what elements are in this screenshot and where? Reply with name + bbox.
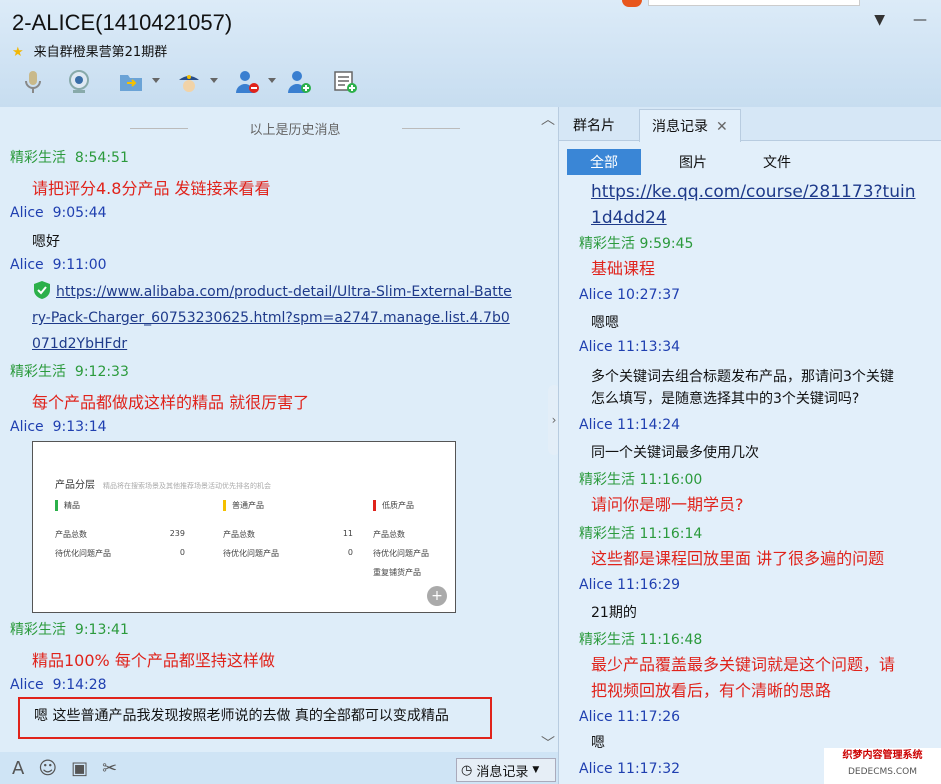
message-text: 精品100% 每个产品都坚持这样做	[32, 651, 275, 670]
microphone-icon[interactable]	[10, 66, 56, 98]
star-icon: ★	[12, 45, 24, 60]
message-history-button[interactable]: ◷ 消息记录 ▼	[456, 758, 556, 782]
dropdown-button[interactable]: ▼	[874, 12, 885, 28]
message-header: 精彩生活 9:59:45	[579, 236, 694, 252]
clock-icon: ◷	[461, 762, 473, 778]
tier-premium: 精品 产品总数 239 待优化问题产品 0	[55, 500, 205, 567]
chevron-down-icon[interactable]	[268, 78, 276, 83]
side-tabs: 群名片 消息记录 ✕	[559, 107, 941, 142]
message-header: Alice 9:13:14	[10, 419, 107, 435]
message-text: 请把评分4.8分产品 发链接来看看	[32, 179, 271, 198]
message-text: 每个产品都做成这样的精品 就很厉害了	[32, 393, 310, 412]
filter-files[interactable]: 文件	[735, 149, 819, 175]
emoji-icon[interactable]: ☺	[38, 758, 57, 779]
search-box-fragment[interactable]	[648, 0, 860, 6]
message-text: 嗯	[591, 735, 605, 751]
new-note-icon[interactable]	[322, 66, 368, 98]
message-header: Alice 11:17:26	[579, 709, 681, 725]
font-icon[interactable]: A	[12, 758, 24, 779]
image-title: 产品分层 精品将在搜索场景及其他推荐场景活动优先排名的机会	[55, 480, 271, 491]
message-text: 请问你是哪一期学员?	[591, 495, 744, 514]
filter-bar: 全部 图片 文件	[567, 149, 819, 175]
message-header: Alice 10:27:37	[579, 287, 681, 303]
chat-title: 2-ALICE(1410421057)	[12, 10, 233, 35]
add-user-icon[interactable]	[276, 66, 322, 98]
input-toolbar: A ☺ ▣ ✂ ◷ 消息记录 ▼	[0, 752, 558, 784]
police-icon[interactable]	[160, 66, 218, 98]
screenshot-image[interactable]: 产品分层 精品将在搜索场景及其他推荐场景活动优先排名的机会 精品 产品总数 239 …	[32, 441, 456, 613]
app-logo-fragment	[622, 0, 642, 7]
zoom-icon[interactable]: +	[427, 586, 447, 606]
camera-icon[interactable]	[56, 66, 102, 98]
tier-low-quality: 低质产品 产品总数 待优化问题产品 重复铺货产品	[373, 500, 523, 586]
side-panel: 群名片 消息记录 ✕ 全部 图片 文件 https://ke.qq.com/cou…	[558, 107, 941, 784]
course-link[interactable]: https://ke.qq.com/course/281173?tuin	[591, 179, 915, 205]
image-icon[interactable]: ▣	[71, 758, 88, 779]
shield-check-icon	[34, 281, 50, 299]
chevron-down-icon[interactable]	[152, 78, 160, 83]
chat-message-area[interactable]: 以上是历史消息 ︿ 精彩生活 8:54:51 请把评分4.8分产品 发链接来看看…	[0, 107, 558, 752]
close-icon[interactable]: ✕	[716, 119, 728, 135]
message-header: 精彩生活 11:16:00	[579, 472, 703, 488]
message-text: 嗯嗯	[591, 315, 619, 331]
filter-images[interactable]: 图片	[651, 149, 735, 175]
highlighted-message: 嗯 这些普通产品我发现按照老师说的去做 真的全部都可以变成精品	[18, 697, 492, 739]
message-header: Alice 9:14:28	[10, 677, 107, 693]
message-header: Alice 9:11:00	[10, 257, 107, 273]
filter-all[interactable]: 全部	[567, 149, 641, 175]
title-bar: 2-ALICE(1410421057) ★ 来自群橙果营第21期群 ▼ —	[0, 0, 941, 107]
remove-user-icon[interactable]	[218, 66, 276, 98]
toolbar	[10, 66, 368, 98]
message-header: Alice 11:13:34	[579, 339, 681, 355]
message-header: Alice 11:17:32	[579, 761, 681, 777]
scroll-down-icon[interactable]: ﹀	[541, 733, 555, 752]
message-header: 精彩生活 9:13:41	[10, 622, 129, 638]
tab-message-history[interactable]: 消息记录 ✕	[639, 109, 741, 142]
message-text: 同一个关键词最多使用几次	[591, 445, 759, 461]
group-subtitle: ★ 来自群橙果营第21期群	[12, 45, 168, 60]
scroll-up-icon[interactable]: ︿	[541, 109, 555, 129]
message-header: Alice 9:05:44	[10, 205, 107, 221]
scissors-icon[interactable]: ✂	[102, 758, 117, 779]
course-link[interactable]: 1d4dd24	[591, 205, 667, 231]
message-header: 精彩生活 11:16:14	[579, 526, 703, 542]
tab-group-card[interactable]: 群名片	[573, 115, 615, 135]
message-text: 把视频回放看后，有个清晰的思路	[591, 681, 832, 700]
tier-normal: 普通产品 产品总数 11 待优化问题产品 0	[223, 500, 373, 567]
folder-icon[interactable]	[102, 66, 160, 98]
message-header: Alice 11:16:29	[579, 577, 681, 593]
message-text: 多个关键词去组合标题发布产品，那请问3个关键	[591, 369, 894, 385]
message-text: 21期的	[591, 605, 637, 621]
chevron-down-icon[interactable]	[210, 78, 218, 83]
message-header: Alice 11:14:24	[579, 417, 681, 433]
message-header: 精彩生活 9:12:33	[10, 364, 129, 380]
message-text: 嗯好	[32, 234, 60, 250]
message-text: 这些都是课程回放里面 讲了很多遍的问题	[591, 549, 885, 568]
watermark-logo: 织梦内容管理系统 DEDECMS.COM	[824, 748, 941, 784]
minimize-button[interactable]: —	[913, 12, 927, 28]
message-text: 怎么填写，是随意选择其中的3个关键词吗?	[591, 391, 860, 407]
message-text: 最少产品覆盖最多关键词就是这个问题，请	[591, 655, 896, 674]
message-header: 精彩生活 11:16:48	[579, 632, 703, 648]
message-header: 精彩生活 8:54:51	[10, 150, 129, 166]
product-link[interactable]: https://www.alibaba.com/product-detail/U…	[32, 279, 512, 357]
history-divider: 以上是历史消息	[130, 119, 460, 138]
message-text: 基础课程	[591, 259, 656, 278]
